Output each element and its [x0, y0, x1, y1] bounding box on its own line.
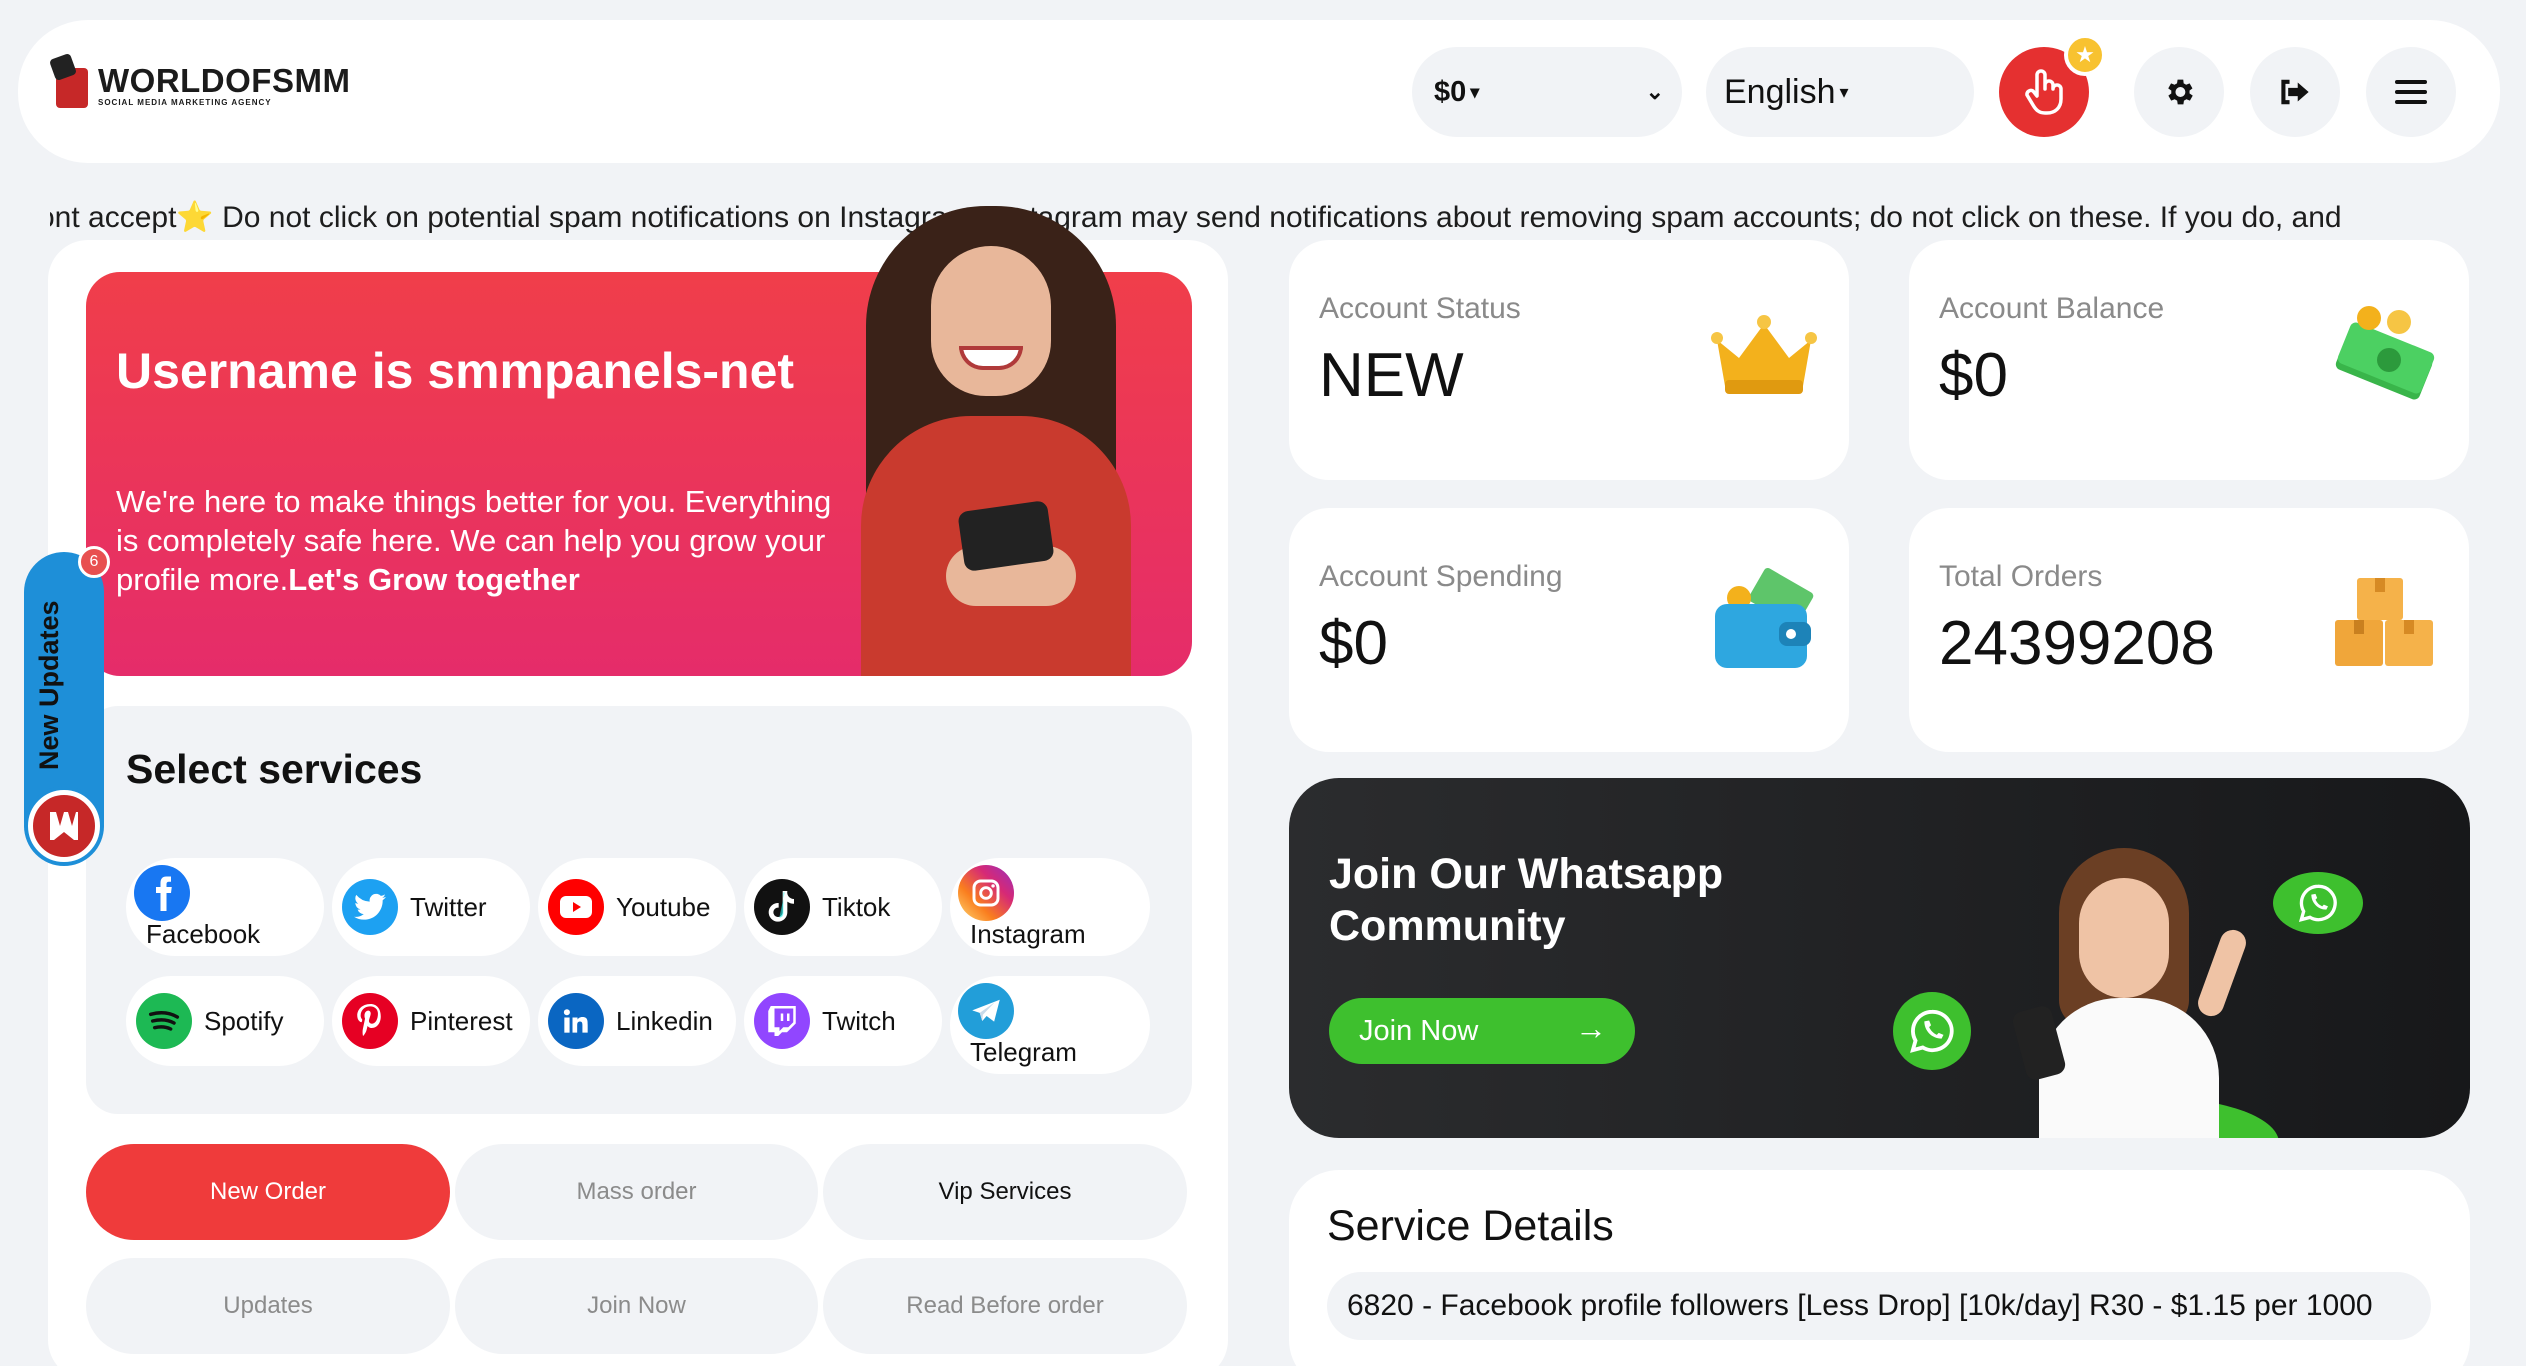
tab-new-order[interactable]: New Order: [86, 1144, 450, 1240]
service-pinterest[interactable]: Pinterest: [332, 976, 530, 1066]
crown-icon: [1711, 315, 1817, 394]
service-details-title: Service Details: [1327, 1202, 1614, 1250]
announcement-marquee: ont accept⭐ Do not click on potential sp…: [50, 198, 2474, 242]
caret-down-icon: ▾: [1470, 81, 1480, 102]
service-label: Tiktok: [822, 891, 891, 922]
service-label: Telegram: [970, 1036, 1077, 1067]
service-linkedin[interactable]: Linkedin: [538, 976, 736, 1066]
logout-icon: [2281, 79, 2309, 105]
whatsapp-title: Join Our Whatsapp Community: [1329, 850, 1724, 950]
stat-total-orders: Total Orders 24399208: [1909, 508, 2469, 752]
tap-hand-icon: [2025, 69, 2063, 115]
linkedin-icon: [548, 993, 604, 1049]
service-label: Pinterest: [410, 1005, 513, 1036]
boxes-icon: [2335, 578, 2433, 666]
service-details-card: Service Details 6820 - Facebook profile …: [1289, 1170, 2470, 1366]
brand-logo-icon: [48, 52, 92, 114]
currency-select[interactable]: $0 ▾ ⌄: [1412, 47, 1682, 137]
service-label: Facebook: [146, 918, 261, 949]
top-header: WORLDOFSMM SOCIAL MEDIA MARKETING AGENCY…: [18, 20, 2500, 163]
service-twitch[interactable]: Twitch: [744, 976, 942, 1066]
stat-value: $0: [1939, 341, 2008, 410]
telegram-icon: [958, 982, 1014, 1039]
facebook-icon: [134, 864, 190, 921]
tab-join-now[interactable]: Join Now: [455, 1258, 818, 1354]
stat-value: NEW: [1319, 341, 1464, 410]
updates-count-badge: 6: [78, 546, 110, 578]
services-title: Select services: [126, 746, 423, 792]
tab-read-before-order[interactable]: Read Before order: [823, 1258, 1187, 1354]
service-label: Linkedin: [616, 1005, 713, 1036]
twitter-icon: [342, 879, 398, 935]
join-whatsapp-button[interactable]: Join Now →: [1329, 998, 1635, 1064]
youtube-icon: [548, 879, 604, 935]
service-spotify[interactable]: Spotify: [126, 976, 324, 1066]
service-tiktok[interactable]: Tiktok: [744, 858, 942, 956]
brand-name: WORLDOFSMM: [98, 61, 351, 99]
new-updates-label: New Updates: [34, 600, 64, 770]
menu-button[interactable]: [2366, 47, 2456, 137]
service-label: Spotify: [204, 1005, 284, 1036]
whatsapp-community-banner: Join Our Whatsapp Community Join Now →: [1289, 778, 2470, 1138]
instagram-icon: [958, 864, 1014, 921]
service-telegram[interactable]: Telegram: [950, 976, 1150, 1074]
gear-icon: [2168, 79, 2193, 105]
menu-icon: [2395, 80, 2427, 104]
language-value: English: [1724, 72, 1836, 111]
announcement-text: ont accept⭐ Do not click on potential sp…: [50, 201, 2342, 234]
stat-label: Account Spending: [1319, 560, 1563, 593]
arrow-right-icon: →: [1575, 1010, 1607, 1046]
stat-label: Account Balance: [1939, 292, 2165, 325]
service-label: Twitter: [410, 891, 487, 922]
service-label: Twitch: [822, 1005, 896, 1036]
service-instagram[interactable]: Instagram: [950, 858, 1150, 956]
stat-label: Account Status: [1319, 292, 1521, 325]
settings-button[interactable]: [2134, 47, 2224, 137]
tab-vip-services[interactable]: Vip Services: [823, 1144, 1187, 1240]
pinterest-icon: [342, 993, 398, 1049]
caret-down-icon: ▾: [1839, 81, 1849, 102]
brand-logo[interactable]: WORLDOFSMM SOCIAL MEDIA MARKETING AGENCY: [48, 52, 351, 114]
logout-button[interactable]: [2250, 47, 2340, 137]
selected-service-field[interactable]: 6820 - Facebook profile followers [Less …: [1327, 1272, 2431, 1340]
brand-w-icon[interactable]: [28, 790, 100, 862]
service-facebook[interactable]: Facebook: [126, 858, 324, 956]
welcome-banner: Username is smmpanels-net We're here to …: [86, 206, 1192, 676]
join-now-label: Join Now: [1359, 1014, 1479, 1047]
star-icon: ★: [2064, 34, 2106, 76]
stat-account-status: Account Status NEW: [1289, 240, 1849, 480]
spotify-icon: [136, 993, 192, 1049]
money-icon: [2335, 306, 2435, 400]
chevron-down-icon: ⌄: [1645, 79, 1664, 104]
stat-value: 24399208: [1939, 609, 2215, 678]
stat-account-balance: Account Balance $0: [1909, 240, 2469, 480]
service-youtube[interactable]: Youtube: [538, 858, 736, 956]
welcome-description: We're here to make things better for you…: [116, 482, 836, 599]
welcome-slogan: Let's Grow together: [288, 562, 580, 597]
woman-with-phone-illustration: [846, 206, 1146, 676]
service-twitter[interactable]: Twitter: [332, 858, 530, 956]
whatsapp-icon: [2273, 872, 2363, 934]
stat-value: $0: [1319, 609, 1388, 678]
brand-tagline: SOCIAL MEDIA MARKETING AGENCY: [98, 97, 272, 107]
stat-account-spending: Account Spending $0: [1289, 508, 1849, 752]
service-label: Youtube: [616, 891, 711, 922]
wallet-icon: [1715, 568, 1814, 668]
service-label: Instagram: [970, 918, 1086, 949]
stat-label: Total Orders: [1939, 560, 2103, 593]
twitch-icon: [754, 993, 810, 1049]
language-select[interactable]: English ▾: [1706, 47, 1974, 137]
tiktok-icon: [754, 879, 810, 935]
tab-mass-order[interactable]: Mass order: [455, 1144, 818, 1240]
whatsapp-icon: [1893, 992, 1971, 1070]
welcome-title: Username is smmpanels-net: [116, 343, 795, 399]
currency-value: $0: [1434, 75, 1467, 108]
tab-updates[interactable]: Updates: [86, 1258, 450, 1354]
woman-pointing-illustration: [1979, 848, 2279, 1138]
